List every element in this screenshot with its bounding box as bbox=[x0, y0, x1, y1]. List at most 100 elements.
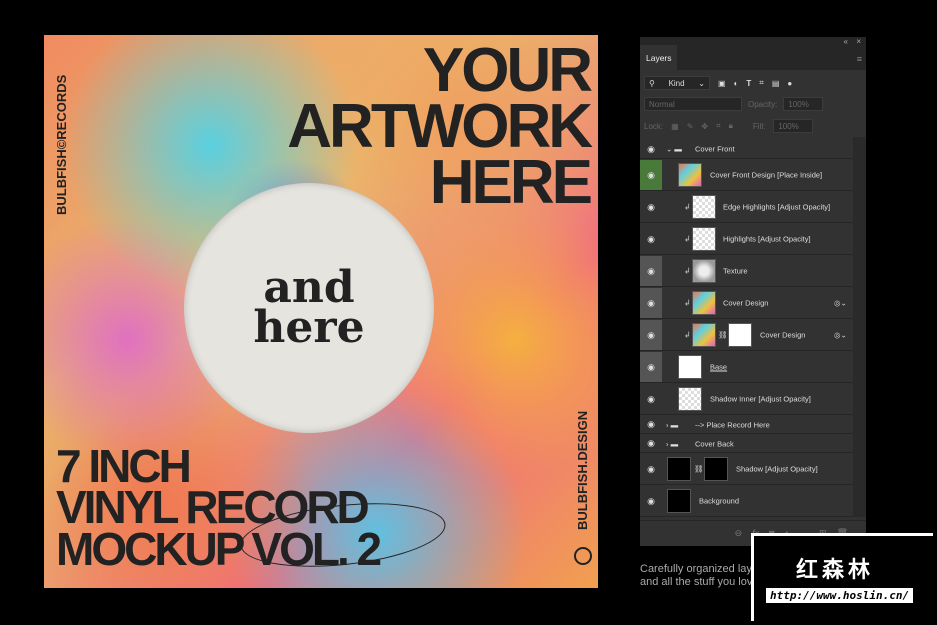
layer-row[interactable]: ◉ Cover Front Design [Place Inside] bbox=[640, 160, 853, 191]
layer-row[interactable]: ◉ › ▬ Cover Back bbox=[640, 435, 853, 453]
lock-artboard-icon[interactable]: ⌗ bbox=[716, 121, 721, 131]
eye-icon[interactable]: ◉ bbox=[640, 486, 662, 516]
layer-thumbnail bbox=[667, 489, 691, 513]
collapse-icon[interactable]: « bbox=[844, 37, 848, 46]
opacity-value: 100% bbox=[788, 99, 809, 109]
blend-options-icon[interactable]: ◎⌄ bbox=[834, 299, 847, 308]
layer-row[interactable]: ◉ › ▬ --> Place Record Here bbox=[640, 416, 853, 434]
link-icon[interactable]: ⛓ bbox=[694, 465, 704, 474]
watermark-url: http://www.hoslin.cn/ bbox=[766, 588, 914, 603]
filter-bar: ⚲ Kind ⌄ ▣ ◐ T ⌗ ▤ ● bbox=[644, 75, 792, 91]
lock-image-icon[interactable]: ✎ bbox=[687, 122, 694, 131]
shape-filter-icon[interactable]: ⌗ bbox=[759, 78, 764, 88]
lock-position-icon[interactable]: ✥ bbox=[701, 122, 708, 131]
link-layers-icon[interactable]: ⊖ bbox=[735, 528, 743, 546]
layer-name: Cover Front bbox=[695, 144, 735, 154]
smart-object-thumbnail bbox=[692, 323, 716, 347]
layer-name: Texture bbox=[723, 266, 748, 276]
adjustment-filter-icon[interactable]: ◐ bbox=[734, 79, 739, 88]
globe-icon bbox=[574, 547, 592, 565]
layer-name: Highlights [Adjust Opacity] bbox=[723, 234, 811, 244]
eye-icon[interactable]: ◉ bbox=[640, 352, 662, 382]
kind-label: Kind bbox=[668, 78, 685, 88]
eye-icon[interactable]: ◉ bbox=[640, 320, 662, 350]
eye-icon[interactable]: ◉ bbox=[640, 288, 662, 318]
layer-name: Edge Highlights [Adjust Opacity] bbox=[723, 202, 831, 212]
lock-row: Lock: ▦ ✎ ✥ ⌗ 🔒︎ Fill: 100% bbox=[644, 118, 814, 134]
chevron-down-icon: ⌄ bbox=[698, 78, 705, 88]
layer-row[interactable]: ◉ ⛓ Shadow [Adjust Opacity] bbox=[640, 454, 853, 485]
eye-icon[interactable]: ◉ bbox=[640, 435, 662, 452]
eye-icon[interactable]: ◉ bbox=[640, 384, 662, 414]
opacity-label: Opacity: bbox=[748, 99, 778, 109]
clip-arrow-icon: ↲ bbox=[684, 234, 691, 244]
blend-mode-value: Normal bbox=[649, 99, 675, 109]
layer-row[interactable]: ◉ ↲ Texture bbox=[640, 256, 853, 287]
watermark: 红森林 http://www.hoslin.cn/ bbox=[751, 533, 933, 621]
mask-thumbnail bbox=[728, 323, 752, 347]
layer-thumbnail bbox=[678, 387, 702, 411]
lock-all-icon[interactable]: 🔒︎ bbox=[729, 121, 733, 131]
group-expanded-icon[interactable]: ⌄ ▬ bbox=[666, 145, 682, 154]
layer-thumbnail bbox=[678, 355, 702, 379]
group-collapsed-icon[interactable]: › ▬ bbox=[666, 420, 678, 429]
layer-name: Cover Design bbox=[723, 298, 769, 308]
eye-icon[interactable]: ◉ bbox=[640, 140, 662, 158]
panel-tab-bar: Layers « × ≡ bbox=[640, 37, 866, 70]
blend-row: Normal Opacity: 100% bbox=[644, 96, 824, 112]
layer-thumbnail bbox=[692, 227, 716, 251]
fill-value: 100% bbox=[778, 121, 799, 131]
group-collapsed-icon[interactable]: › ▬ bbox=[666, 439, 678, 448]
filter-toggle[interactable]: ● bbox=[787, 79, 792, 88]
kind-dropdown[interactable]: ⚲ Kind ⌄ bbox=[644, 76, 710, 90]
eye-icon[interactable]: ◉ bbox=[640, 454, 662, 484]
layer-row[interactable]: ◉ ↲ Edge Highlights [Adjust Opacity] bbox=[640, 192, 853, 223]
layers-scrollbar[interactable] bbox=[853, 137, 866, 517]
layer-row[interactable]: ◉ ⌄ ▬ Cover Front bbox=[640, 140, 853, 159]
layer-row[interactable]: ◉ ↲ ⛓ Cover Design ◎⌄ bbox=[640, 320, 853, 351]
clip-arrow-icon: ↲ bbox=[684, 298, 691, 308]
layer-name: Cover Front Design [Place Inside] bbox=[710, 170, 823, 180]
panel-menu-icon[interactable]: ≡ bbox=[857, 54, 862, 64]
layer-name: Cover Design bbox=[760, 330, 806, 340]
eye-icon[interactable]: ◉ bbox=[640, 160, 662, 190]
watermark-name: 红森林 bbox=[796, 557, 875, 582]
side-text-left: BULBFISH©RECORDS bbox=[54, 74, 69, 215]
label-text: here bbox=[253, 302, 365, 353]
fill-field[interactable]: 100% bbox=[773, 119, 814, 133]
eye-icon[interactable]: ◉ bbox=[640, 256, 662, 286]
smart-object-filter-icon[interactable]: ▤ bbox=[772, 79, 780, 88]
headline-line: YOUR bbox=[422, 36, 593, 105]
eye-icon[interactable]: ◉ bbox=[640, 224, 662, 254]
tab-layers[interactable]: Layers bbox=[640, 45, 677, 70]
smart-object-thumbnail bbox=[678, 163, 702, 187]
layer-name: Background bbox=[699, 496, 740, 506]
layer-row[interactable]: ◉ Shadow Inner [Adjust Opacity] bbox=[640, 384, 853, 415]
smart-object-thumbnail bbox=[692, 291, 716, 315]
layer-row[interactable]: ◉ Base bbox=[640, 352, 853, 383]
side-text-right: BULBFISH.DESIGN bbox=[575, 410, 590, 530]
opacity-field[interactable]: 100% bbox=[783, 97, 824, 111]
clip-arrow-icon: ↲ bbox=[684, 202, 691, 212]
eye-icon[interactable]: ◉ bbox=[640, 416, 662, 433]
layer-name: Cover Back bbox=[695, 439, 734, 448]
close-icon[interactable]: × bbox=[856, 37, 861, 46]
layer-thumbnail bbox=[667, 457, 691, 481]
blend-options-icon[interactable]: ◎⌄ bbox=[834, 331, 847, 340]
layer-thumbnail bbox=[692, 259, 716, 283]
type-filter-icon[interactable]: T bbox=[746, 79, 751, 88]
eye-icon[interactable]: ◉ bbox=[640, 192, 662, 222]
vinyl-cover-artwork: YOUR ARTWORK HERE and here 7 INCH VINYL … bbox=[44, 35, 598, 588]
blend-mode-dropdown[interactable]: Normal bbox=[644, 97, 742, 111]
link-icon[interactable]: ⛓ bbox=[718, 331, 728, 340]
image-filter-icon[interactable]: ▣ bbox=[718, 79, 726, 88]
mask-thumbnail bbox=[704, 457, 728, 481]
layer-row[interactable]: ◉ ↲ Highlights [Adjust Opacity] bbox=[640, 224, 853, 255]
search-icon: ⚲ bbox=[649, 78, 655, 88]
layer-name: Shadow [Adjust Opacity] bbox=[736, 464, 818, 474]
clip-arrow-icon: ↲ bbox=[684, 266, 691, 276]
lock-transparent-icon[interactable]: ▦ bbox=[671, 122, 679, 131]
layer-row[interactable]: ◉ ↲ Cover Design ◎⌄ bbox=[640, 288, 853, 319]
layer-row[interactable]: ◉ Background bbox=[640, 486, 853, 517]
layer-name: --> Place Record Here bbox=[695, 420, 770, 429]
